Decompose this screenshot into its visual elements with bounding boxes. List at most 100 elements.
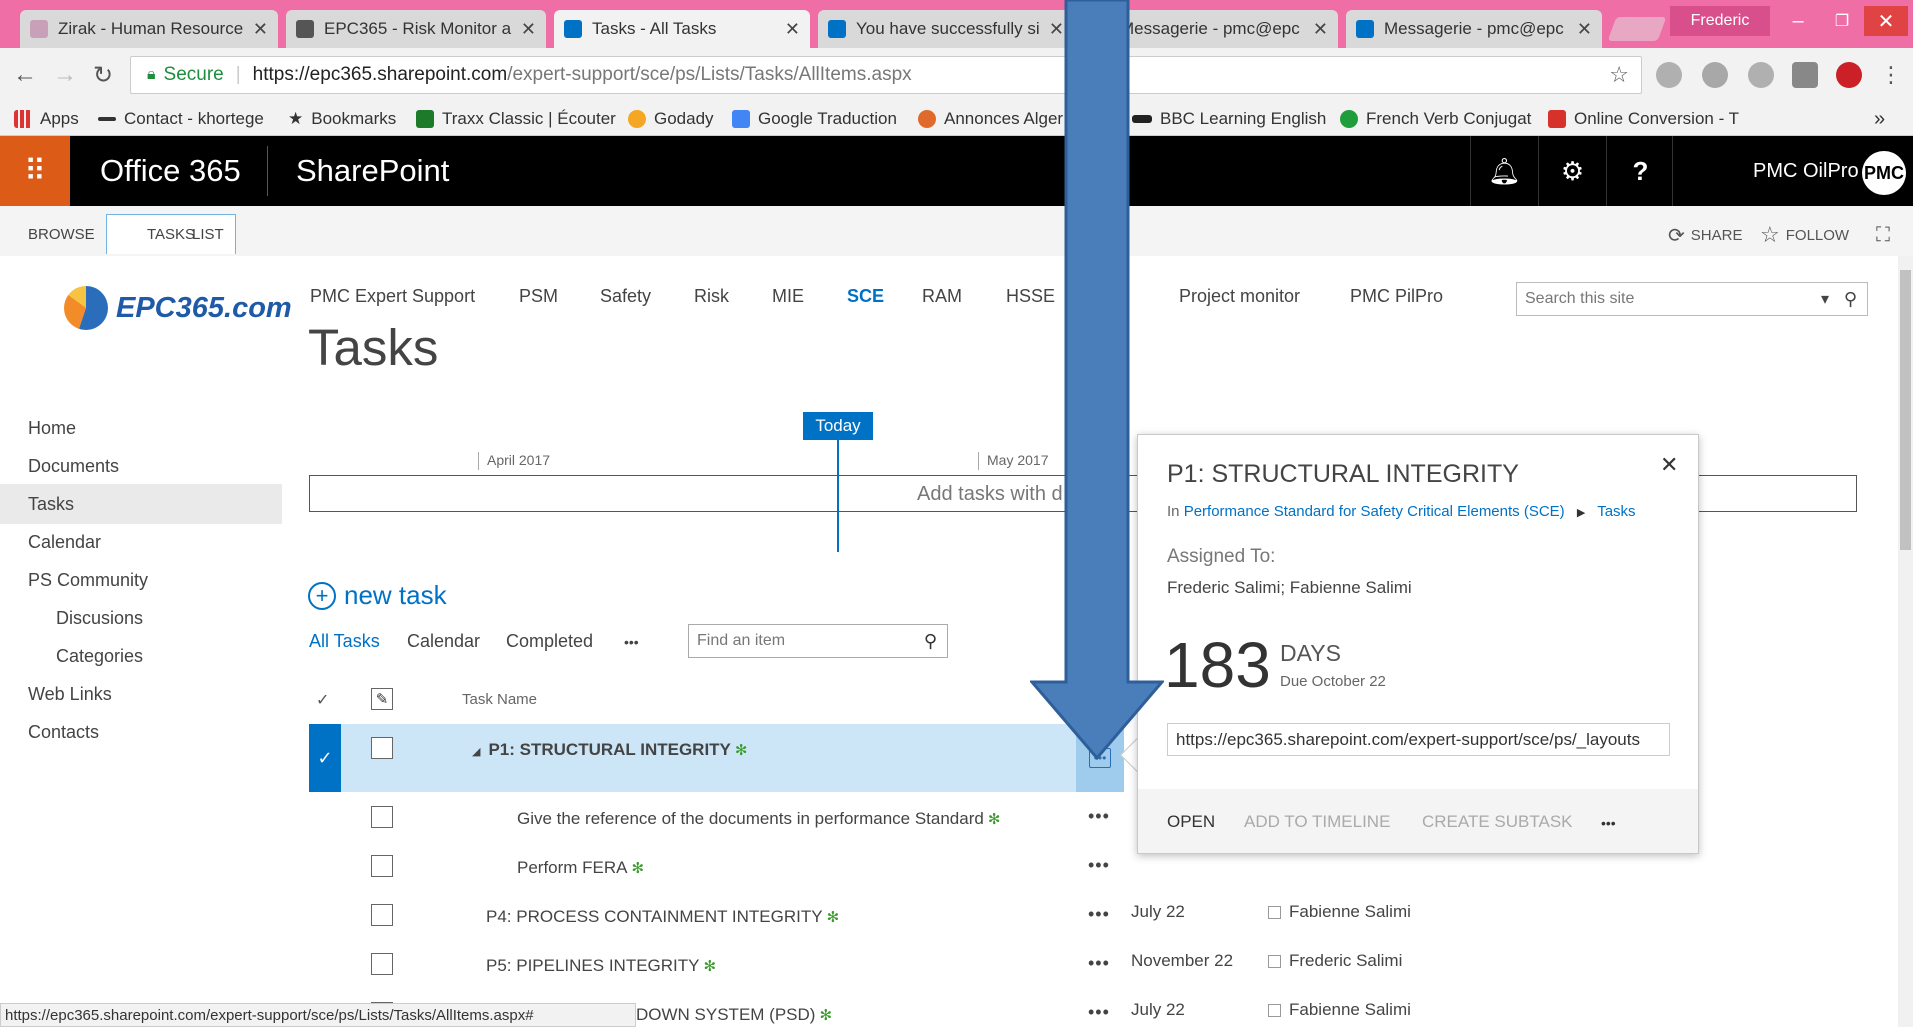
window-close-icon[interactable]: ✕: [1864, 6, 1908, 36]
task-name[interactable]: P4: PROCESS CONTAINMENT INTEGRITY ✻: [486, 907, 839, 927]
bookmark-apps[interactable]: Apps: [14, 102, 79, 136]
bookmarks-overflow-icon[interactable]: »: [1874, 102, 1885, 136]
task-name[interactable]: DOWN SYSTEM (PSD) ✻: [636, 1005, 832, 1025]
quick-launch-subitem[interactable]: Discusions: [56, 608, 143, 629]
callout-more-button[interactable]: •••: [1601, 815, 1616, 831]
crumb-site-link[interactable]: Performance Standard for Safety Critical…: [1184, 503, 1565, 520]
row-menu-button[interactable]: •••: [1088, 806, 1110, 827]
row-menu-button[interactable]: •••: [1088, 855, 1110, 876]
browser-tab-active[interactable]: Tasks - All Tasks ✕: [554, 10, 810, 48]
task-complete-checkbox[interactable]: [371, 737, 393, 759]
extension-icon[interactable]: [1702, 62, 1728, 88]
bell-icon[interactable]: 🔔︎: [1470, 136, 1538, 206]
view-completed[interactable]: Completed: [506, 631, 593, 652]
restore-icon[interactable]: ❐: [1820, 6, 1864, 36]
bookmark-item[interactable]: ★ Bookmarks: [288, 102, 396, 136]
column-header-task-name[interactable]: Task Name: [462, 691, 537, 708]
close-icon[interactable]: ✕: [1577, 19, 1592, 40]
dropdown-arrow-icon[interactable]: ▾: [1821, 289, 1829, 309]
nav-item[interactable]: PMC PilPro: [1350, 286, 1443, 307]
bookmark-item[interactable]: Traxx Classic | Écouter: [416, 102, 616, 136]
view-all-tasks[interactable]: All Tasks: [309, 631, 380, 652]
quick-launch-item[interactable]: Documents: [28, 456, 119, 477]
select-all-checkbox[interactable]: ✎: [371, 688, 393, 710]
quick-launch-item[interactable]: Contacts: [28, 722, 99, 743]
task-name[interactable]: ◢ P1: STRUCTURAL INTEGRITY ✻: [472, 740, 747, 760]
collapse-triangle-icon[interactable]: ◢: [472, 746, 480, 758]
task-complete-checkbox[interactable]: [371, 953, 393, 975]
item-url-field[interactable]: https://epc365.sharepoint.com/expert-sup…: [1167, 723, 1670, 756]
gear-icon[interactable]: ⚙: [1538, 136, 1606, 206]
extension-icon[interactable]: [1792, 62, 1818, 88]
bookmark-item[interactable]: French Verb Conjugat: [1340, 102, 1531, 136]
chrome-menu-icon[interactable]: ⋮: [1874, 58, 1908, 92]
create-subtask-button[interactable]: CREATE SUBTASK: [1422, 812, 1573, 832]
bookmark-item[interactable]: Online Conversion - T: [1548, 102, 1739, 136]
quick-launch-item[interactable]: PS Community: [28, 570, 148, 591]
nav-item[interactable]: PSM: [519, 286, 558, 307]
tab-list[interactable]: LIST: [192, 214, 224, 254]
task-name[interactable]: Perform FERA ✻: [517, 858, 644, 878]
new-task-button[interactable]: + new task: [308, 580, 447, 611]
close-icon[interactable]: ✕: [1313, 19, 1328, 40]
office365-brand[interactable]: Office 365: [100, 136, 241, 206]
sharepoint-app-title[interactable]: SharePoint: [296, 136, 449, 206]
avatar[interactable]: PMC: [1862, 151, 1906, 195]
scrollbar-thumb[interactable]: [1900, 270, 1911, 550]
find-item-input[interactable]: Find an item ⚲: [688, 624, 948, 658]
nav-item[interactable]: PMC Expert Support: [310, 286, 475, 307]
site-search-input[interactable]: Search this site ▾ ⚲: [1516, 282, 1868, 316]
reload-icon[interactable]: ↻: [86, 58, 120, 92]
task-complete-checkbox[interactable]: [371, 806, 393, 828]
skype-extension-icon[interactable]: [1748, 62, 1774, 88]
task-name[interactable]: P5: PIPELINES INTEGRITY ✻: [486, 956, 716, 976]
add-to-timeline-button[interactable]: ADD TO TIMELINE: [1244, 812, 1390, 832]
app-launcher-icon[interactable]: ⠿: [0, 136, 70, 206]
browser-tab[interactable]: EPC365 - Risk Monitor a ✕: [286, 10, 546, 48]
close-icon[interactable]: ✕: [785, 19, 800, 40]
bookmark-star-icon[interactable]: ☆: [1609, 62, 1629, 88]
close-icon[interactable]: ✕: [521, 19, 536, 40]
tab-browse[interactable]: BROWSE: [28, 214, 95, 254]
nav-item-selected[interactable]: SCE: [847, 286, 884, 307]
row-menu-button[interactable]: •••: [1088, 953, 1110, 974]
view-calendar[interactable]: Calendar: [407, 631, 480, 652]
search-icon[interactable]: ⚲: [1844, 289, 1857, 310]
site-logo[interactable]: EPC365.com: [64, 286, 292, 330]
quick-launch-subitem[interactable]: Categories: [56, 646, 143, 667]
new-tab-button[interactable]: [1607, 17, 1667, 41]
row-selected-check-icon[interactable]: ✓: [309, 724, 341, 792]
pinterest-extension-icon[interactable]: [1836, 62, 1862, 88]
more-views-button[interactable]: •••: [624, 634, 639, 650]
row-menu-button[interactable]: •••: [1088, 904, 1110, 925]
bookmark-item[interactable]: Contact - khortege: [98, 102, 264, 136]
browser-tab[interactable]: Zirak - Human Resource ✕: [20, 10, 278, 48]
user-name[interactable]: PMC OilPro: [1672, 136, 1859, 206]
bookmark-item[interactable]: Godady: [628, 102, 714, 136]
nav-item[interactable]: MIE: [772, 286, 804, 307]
nav-item[interactable]: Risk: [694, 286, 729, 307]
assigned-to[interactable]: Fabienne Salimi: [1268, 1000, 1411, 1020]
quick-launch-item-selected[interactable]: Tasks: [28, 494, 74, 515]
quick-launch-item[interactable]: Calendar: [28, 532, 101, 553]
minimize-icon[interactable]: –: [1776, 6, 1820, 36]
assigned-to[interactable]: Frederic Salimi: [1268, 951, 1402, 971]
skype-extension-icon[interactable]: [1656, 62, 1682, 88]
open-button[interactable]: OPEN: [1167, 812, 1215, 832]
search-icon[interactable]: ⚲: [924, 631, 937, 652]
profile-button[interactable]: Frederic: [1670, 6, 1770, 36]
share-button[interactable]: ⟳ SHARE: [1668, 220, 1742, 250]
close-icon[interactable]: ✕: [253, 19, 268, 40]
row-menu-button[interactable]: •••: [1088, 1002, 1110, 1023]
back-arrow-icon[interactable]: ←: [8, 58, 42, 92]
nav-item[interactable]: Project monitor: [1179, 286, 1300, 307]
bookmark-item[interactable]: Google Traduction: [732, 102, 897, 136]
browser-tab[interactable]: Messagerie - pmc@epc ✕: [1346, 10, 1602, 48]
task-complete-checkbox[interactable]: [371, 855, 393, 877]
close-icon[interactable]: ✕: [1660, 452, 1678, 478]
crumb-list-link[interactable]: Tasks: [1597, 503, 1635, 520]
quick-launch-item[interactable]: Home: [28, 418, 76, 439]
follow-button[interactable]: ☆ FOLLOW: [1760, 220, 1849, 250]
nav-item[interactable]: RAM: [922, 286, 962, 307]
forward-arrow-icon[interactable]: →: [48, 58, 82, 92]
